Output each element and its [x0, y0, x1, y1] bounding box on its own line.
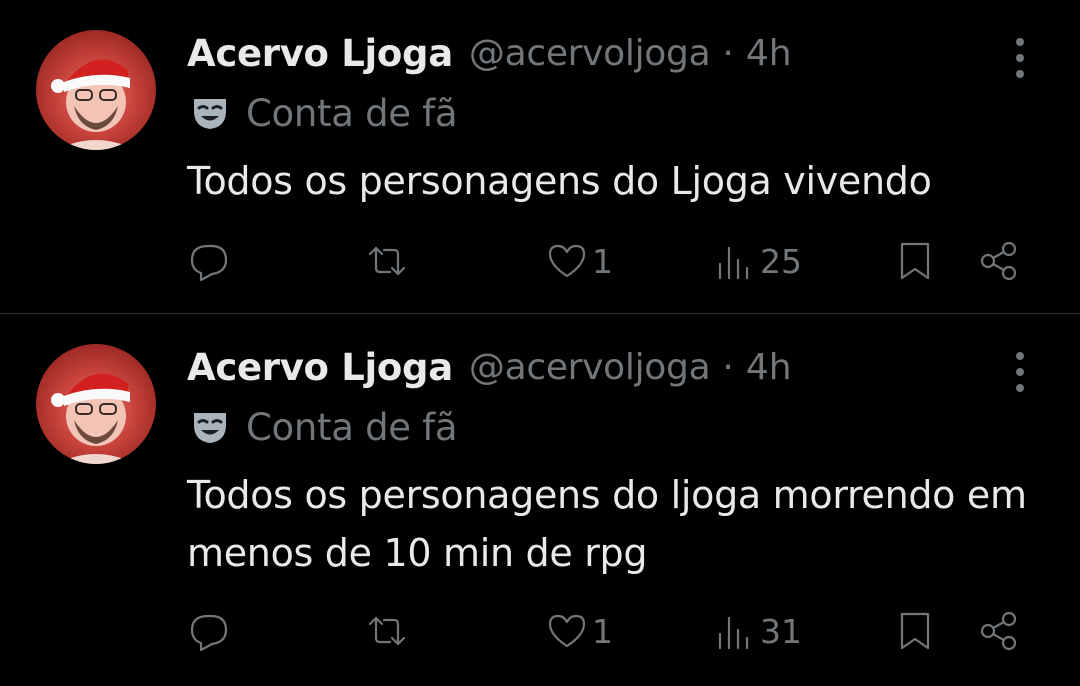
- like-button[interactable]: 1: [544, 606, 613, 656]
- display-name[interactable]: Acervo Ljoga: [187, 346, 453, 389]
- reply-icon: [190, 244, 228, 282]
- separator-dot: ·: [722, 346, 734, 388]
- share-icon: [980, 611, 1017, 651]
- view-count: 25: [760, 241, 802, 281]
- views-button[interactable]: 31: [712, 606, 802, 656]
- bookmark-icon: [900, 242, 930, 280]
- tweet-text: Todos os personagens do Ljoga vivendo: [187, 159, 932, 203]
- timestamp[interactable]: 4h: [746, 33, 792, 74]
- reply-button[interactable]: [186, 606, 234, 656]
- separator-dot: ·: [722, 32, 734, 74]
- views-button[interactable]: 25: [712, 236, 802, 286]
- like-button[interactable]: 1: [544, 236, 613, 286]
- retweet-icon: [368, 246, 406, 276]
- share-icon: [980, 241, 1017, 281]
- bookmark-button[interactable]: [892, 606, 938, 656]
- tweet-text: Todos os personagens do ljoga morrendo e…: [187, 473, 1027, 575]
- retweet-button[interactable]: [364, 606, 412, 656]
- user-handle[interactable]: @acervoljoga: [469, 33, 711, 74]
- action-bar: 1 31: [186, 606, 1036, 656]
- theater-mask-icon: [194, 99, 226, 129]
- like-count: 1: [592, 241, 613, 281]
- more-icon[interactable]: [1010, 38, 1030, 78]
- label-text: Conta de fã: [246, 405, 458, 449]
- tweet-header: Acervo Ljoga @acervoljoga · 4h: [187, 342, 792, 392]
- like-icon: [548, 614, 586, 648]
- action-bar: 1 25: [186, 236, 1036, 286]
- display-name[interactable]: Acervo Ljoga: [187, 32, 453, 75]
- bookmark-icon: [900, 612, 930, 650]
- user-handle[interactable]: @acervoljoga: [469, 347, 711, 388]
- share-button[interactable]: [976, 606, 1022, 656]
- avatar[interactable]: [36, 344, 156, 464]
- views-icon: [718, 616, 749, 650]
- reply-icon: [190, 614, 228, 652]
- tweet[interactable]: Acervo Ljoga @acervoljoga · 4h Conta de …: [0, 314, 1080, 686]
- like-count: 1: [592, 611, 613, 651]
- views-icon: [718, 246, 749, 280]
- bookmark-button[interactable]: [892, 236, 938, 286]
- tweet[interactable]: Acervo Ljoga @acervoljoga · 4h Conta de …: [0, 0, 1080, 313]
- fan-account-label: Conta de fã: [190, 90, 458, 136]
- fan-account-label: Conta de fã: [190, 404, 458, 450]
- theater-mask-icon: [194, 413, 226, 443]
- avatar[interactable]: [36, 30, 156, 150]
- retweet-button[interactable]: [364, 236, 412, 286]
- like-icon: [548, 244, 586, 278]
- view-count: 31: [760, 611, 802, 651]
- retweet-icon: [368, 616, 406, 646]
- more-icon[interactable]: [1010, 352, 1030, 392]
- label-text: Conta de fã: [246, 91, 458, 135]
- tweet-header: Acervo Ljoga @acervoljoga · 4h: [187, 28, 792, 78]
- timestamp[interactable]: 4h: [746, 347, 792, 388]
- share-button[interactable]: [976, 236, 1022, 286]
- reply-button[interactable]: [186, 236, 234, 286]
